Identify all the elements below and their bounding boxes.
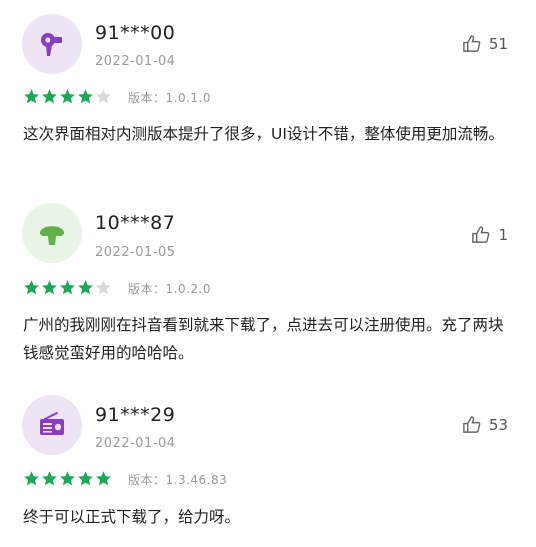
version-label: 版本：1.0.2.0	[128, 282, 211, 296]
like-button[interactable]: 51	[462, 34, 508, 53]
star-filled-icon	[96, 471, 111, 486]
version-label: 版本：1.0.1.0	[128, 91, 211, 105]
star-filled-icon	[24, 280, 39, 295]
star-empty-icon	[96, 280, 111, 295]
thumbs-up-icon	[463, 35, 481, 52]
star-empty-icon	[96, 89, 111, 104]
star-filled-icon	[42, 471, 57, 486]
thumbs-up-icon	[472, 226, 490, 243]
username: 91***00	[95, 22, 176, 44]
review-comment: 终于可以正式下载了，给力呀。	[23, 508, 241, 526]
star-filled-icon	[60, 280, 75, 295]
star-filled-icon	[78, 471, 93, 486]
rating-stars	[23, 470, 112, 487]
like-count: 1	[498, 225, 508, 244]
review-date: 2022-01-04	[95, 54, 176, 69]
hair-dryer-icon	[41, 33, 62, 56]
like-count: 51	[488, 34, 508, 53]
avatar[interactable]	[22, 203, 82, 263]
radio-icon	[40, 412, 64, 435]
review-date: 2022-01-05	[95, 245, 176, 260]
like-button[interactable]: 1	[471, 225, 508, 244]
star-filled-icon	[60, 89, 75, 104]
star-filled-icon	[78, 280, 93, 295]
avatar[interactable]	[22, 14, 82, 74]
like-button[interactable]: 53	[462, 415, 508, 434]
username: 10***87	[95, 212, 176, 234]
star-filled-icon	[42, 280, 57, 295]
rating-stars	[23, 88, 112, 105]
star-filled-icon	[42, 89, 57, 104]
username: 91***29	[95, 404, 176, 426]
review-date: 2022-01-04	[95, 436, 176, 451]
star-filled-icon	[24, 471, 39, 486]
star-filled-icon	[60, 471, 75, 486]
version-label: 版本：1.3.46.83	[128, 473, 228, 487]
like-count: 53	[488, 415, 508, 434]
thumbs-up-icon	[463, 416, 481, 433]
review-comment: 这次界面相对内测版本提升了很多，UI设计不错，整体使用更加流畅。	[23, 125, 504, 143]
mushroom-icon	[40, 226, 64, 245]
rating-stars	[23, 279, 112, 296]
star-filled-icon	[24, 89, 39, 104]
review-comment: 广州的我刚刚在抖音看到就来下载了，点进去可以注册使用。充了两块钱感觉蛮好用的哈哈…	[23, 316, 504, 362]
star-filled-icon	[78, 89, 93, 104]
avatar[interactable]	[22, 395, 82, 455]
